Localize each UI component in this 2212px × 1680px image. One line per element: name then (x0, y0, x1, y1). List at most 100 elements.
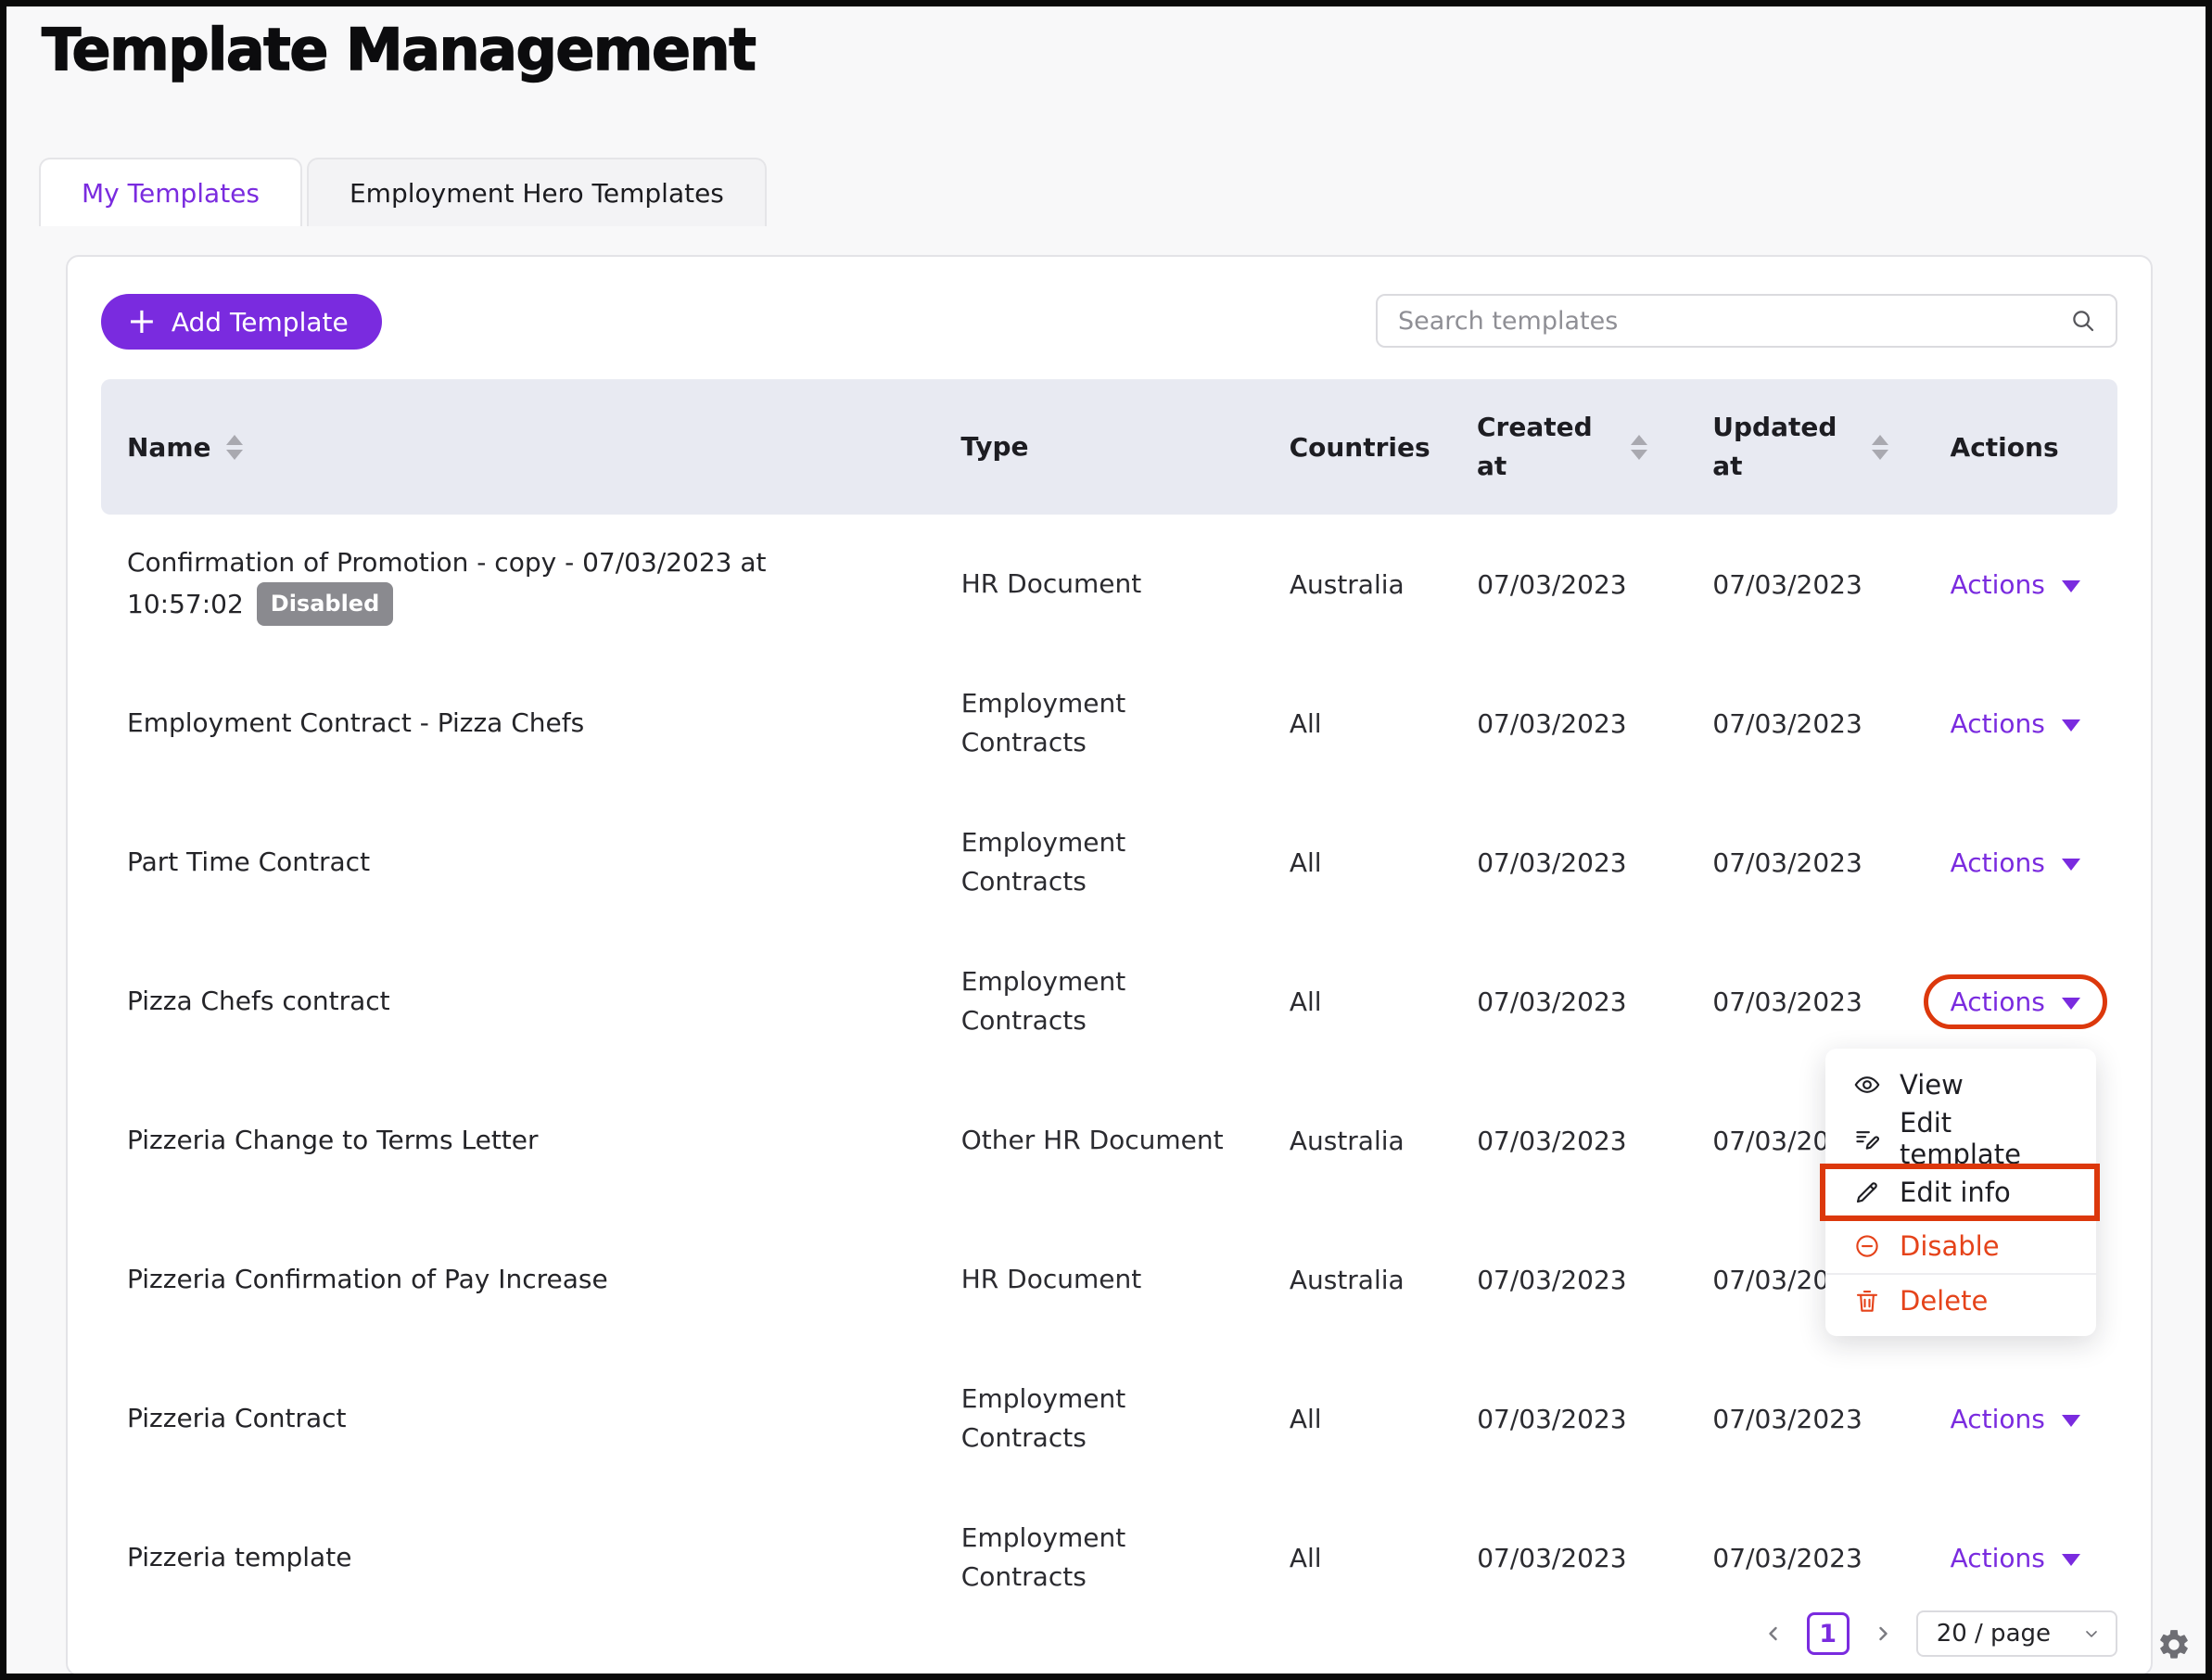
template-name: Pizzeria Contract (127, 1403, 346, 1433)
created-at-cell: 07/03/2023 (1477, 1404, 1712, 1434)
trash-icon (1853, 1287, 1881, 1315)
actions-dropdown-trigger[interactable]: Actions (1951, 708, 2080, 739)
caret-down-icon (2062, 580, 2080, 592)
type-cell: HR Document (961, 565, 1290, 604)
column-label: Updated at (1712, 408, 1822, 486)
sort-arrows-icon[interactable] (226, 435, 243, 460)
edit-template-icon (1853, 1125, 1881, 1152)
updated-at-cell: 07/03/2023 (1712, 569, 1950, 600)
pencil-icon (1853, 1178, 1881, 1206)
countries-cell: All (1290, 1543, 1477, 1573)
countries-cell: All (1290, 708, 1477, 739)
template-name: Employment Contract - Pizza Chefs (127, 707, 584, 738)
actions-label: Actions (1951, 708, 2045, 739)
annotation-oval: Actions (1924, 974, 2107, 1029)
column-header-name[interactable]: Name (101, 432, 960, 463)
settings-gear-icon[interactable] (2156, 1627, 2192, 1662)
template-name: Part Time Contract (127, 846, 370, 877)
template-name-cell: Confirmation of Promotion - copy - 07/03… (101, 542, 961, 627)
search-input[interactable] (1398, 307, 2069, 336)
template-name: Pizzeria Confirmation of Pay Increase (127, 1264, 608, 1294)
next-page-button[interactable] (1872, 1623, 1894, 1645)
chevron-down-icon (2082, 1624, 2101, 1643)
menu-item-disable[interactable]: Disable (1825, 1219, 2096, 1273)
menu-item-view[interactable]: View (1825, 1058, 2096, 1112)
column-label: Created at (1477, 408, 1586, 486)
updated-at-cell: 07/03/2023 (1712, 847, 1950, 878)
add-template-label: Add Template (172, 307, 349, 337)
type-cell: Employment Contracts (961, 1519, 1290, 1597)
table-body: Confirmation of Promotion - copy - 07/03… (101, 515, 2117, 1627)
column-header-type: Type (960, 427, 1289, 466)
column-label: Type (960, 427, 1028, 466)
template-name-cell: Employment Contract - Pizza Chefs (101, 703, 961, 743)
menu-item-edit-template[interactable]: Edit template (1825, 1112, 2096, 1165)
actions-label: Actions (1951, 847, 2045, 878)
prev-page-button[interactable] (1762, 1623, 1785, 1645)
caret-down-icon (2062, 859, 2080, 871)
actions-label: Actions (1951, 1404, 2045, 1434)
eye-icon (1853, 1071, 1881, 1099)
page-size-select[interactable]: 20 / page (1916, 1610, 2117, 1657)
menu-item-label: Disable (1900, 1230, 2000, 1262)
type-cell: Employment Contracts (961, 962, 1290, 1040)
actions-cell: Actions (1951, 1404, 2117, 1434)
template-name-cell: Pizzeria template (101, 1537, 961, 1577)
column-header-created-at[interactable]: Created at (1477, 408, 1712, 486)
template-name: Confirmation of Promotion - copy - 07/03… (127, 547, 767, 619)
table-row: Pizzeria ContractEmployment ContractsAll… (101, 1349, 2117, 1488)
menu-item-delete[interactable]: Delete (1825, 1273, 2096, 1327)
page-title: Template Management (42, 16, 755, 83)
created-at-cell: 07/03/2023 (1477, 569, 1712, 600)
column-label: Name (127, 432, 211, 463)
template-name-cell: Part Time Contract (101, 842, 961, 882)
actions-dropdown-trigger[interactable]: Actions (1951, 1404, 2080, 1434)
type-cell: Employment Contracts (961, 823, 1290, 901)
updated-at-cell: 07/03/2023 (1712, 986, 1950, 1017)
created-at-cell: 07/03/2023 (1477, 708, 1712, 739)
menu-item-label: Edit info (1900, 1177, 2011, 1208)
table-row: Pizzeria templateEmployment ContractsAll… (101, 1488, 2117, 1627)
sort-arrows-icon[interactable] (1631, 435, 1647, 460)
current-page-button[interactable]: 1 (1807, 1612, 1850, 1655)
tab-employment-hero-templates[interactable]: Employment Hero Templates (307, 158, 767, 226)
type-cell: Other HR Document (961, 1121, 1290, 1160)
template-name-cell: Pizza Chefs contract (101, 981, 961, 1021)
updated-at-cell: 07/03/2023 (1712, 1543, 1950, 1573)
table-row: Part Time Contract Employment ContractsAl… (101, 793, 2117, 932)
menu-item-edit-info[interactable]: Edit info (1825, 1165, 2096, 1219)
add-template-button[interactable]: + Add Template (101, 294, 382, 350)
created-at-cell: 07/03/2023 (1477, 1543, 1712, 1573)
template-name: Pizzeria Change to Terms Letter (127, 1125, 539, 1155)
column-label: Countries (1290, 432, 1430, 463)
template-name: Pizza Chefs contract (127, 986, 390, 1016)
tab-my-templates[interactable]: My Templates (39, 158, 302, 226)
search-icon (2069, 307, 2097, 335)
menu-item-label: View (1900, 1069, 1964, 1101)
actions-dropdown-trigger[interactable]: Actions (1951, 569, 2080, 600)
countries-cell: All (1290, 847, 1477, 878)
menu-item-label: Edit template (1900, 1107, 2079, 1170)
column-header-updated-at[interactable]: Updated at (1712, 408, 1950, 486)
actions-label: Actions (1951, 986, 2045, 1017)
menu-item-label: Delete (1900, 1285, 1988, 1317)
sort-arrows-icon[interactable] (1872, 435, 1888, 460)
caret-down-icon (2062, 1554, 2080, 1566)
actions-cell: Actions (1951, 847, 2117, 878)
column-label: Actions (1951, 432, 2059, 463)
template-name-cell: Pizzeria Change to Terms Letter (101, 1120, 961, 1160)
created-at-cell: 07/03/2023 (1477, 986, 1712, 1017)
pagination: 1 20 / page (1762, 1610, 2117, 1658)
search-box (1376, 294, 2117, 348)
template-name-cell: Pizzeria Confirmation of Pay Increase (101, 1259, 961, 1299)
actions-cell: Actions (1951, 569, 2117, 600)
tab-bar: My Templates Employment Hero Templates (39, 158, 767, 226)
disabled-badge: Disabled (257, 582, 394, 626)
actions-dropdown-trigger[interactable]: Actions (1951, 986, 2080, 1017)
actions-dropdown-trigger[interactable]: Actions (1951, 1543, 2080, 1573)
countries-cell: All (1290, 986, 1477, 1017)
table-row: Pizzeria Confirmation of Pay IncreaseHR … (101, 1210, 2117, 1349)
actions-cell: Actions (1951, 974, 2117, 1029)
actions-dropdown-trigger[interactable]: Actions (1951, 847, 2080, 878)
column-header-countries: Countries (1290, 432, 1477, 463)
